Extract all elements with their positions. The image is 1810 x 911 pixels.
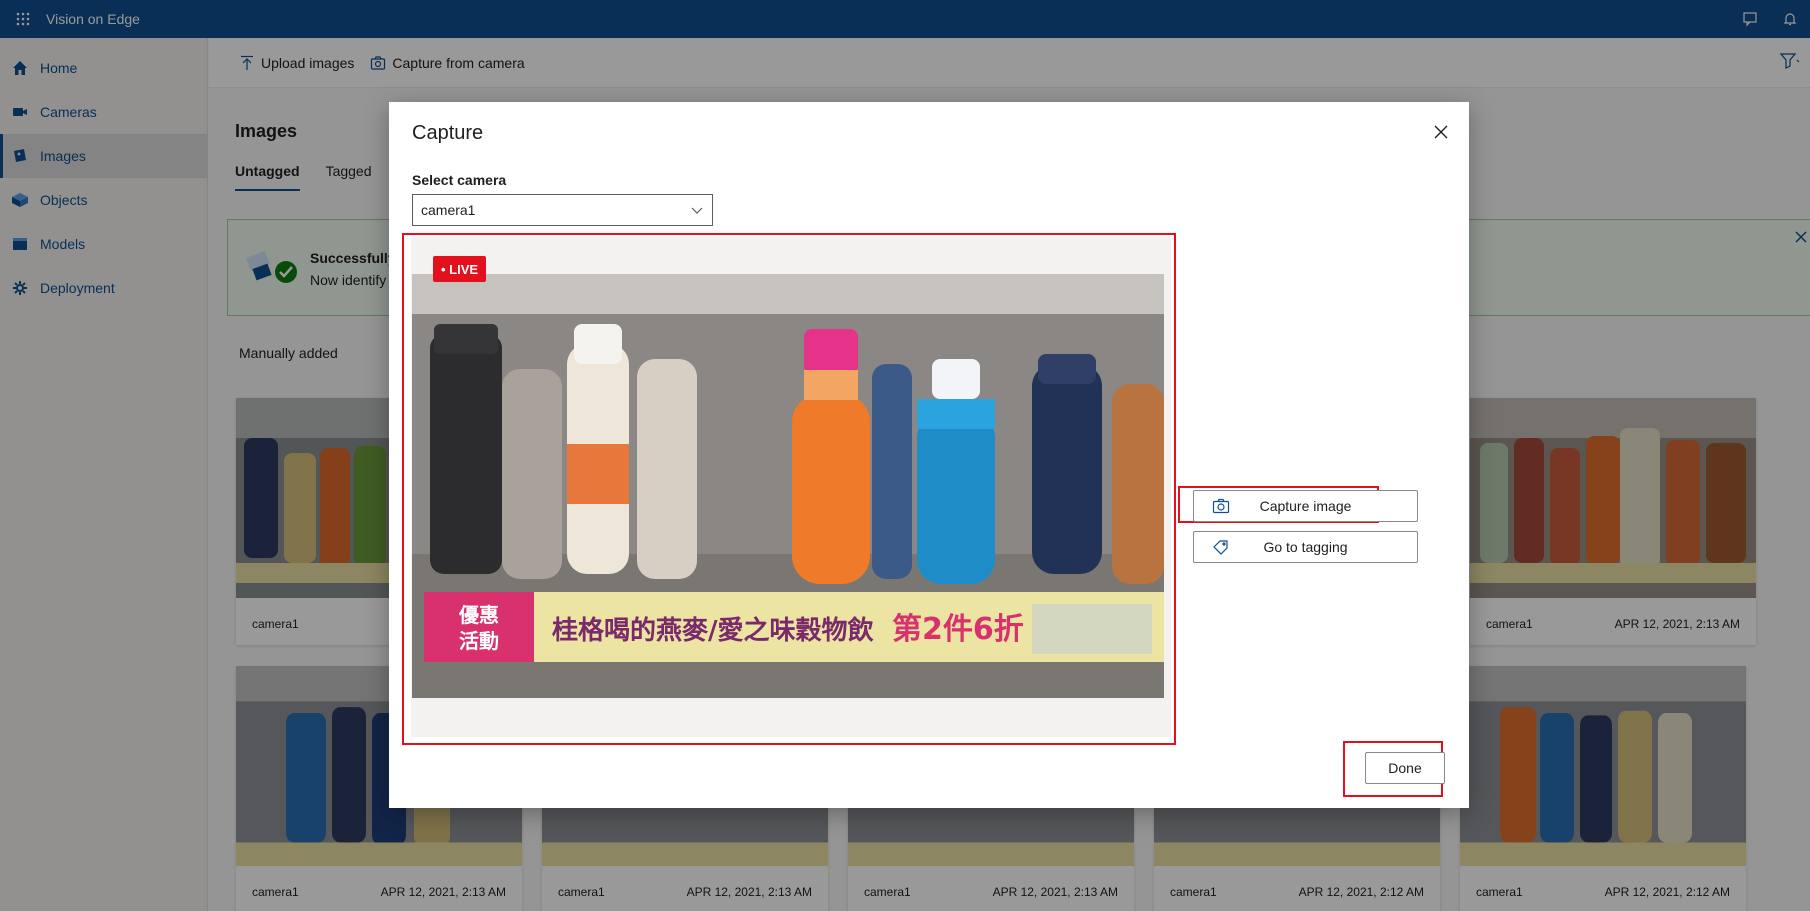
camera-select-value: camera1 xyxy=(421,202,476,218)
camera-select[interactable]: camera1 xyxy=(412,194,713,226)
live-camera-feed: 優惠 活動 桂格喝的燕麥/愛之味穀物飲 第2件6折 xyxy=(412,274,1164,698)
shelf-sign-left-2: 活動 xyxy=(459,629,499,653)
go-to-tagging-button[interactable]: Go to tagging xyxy=(1193,531,1418,563)
shelf-sign-main: 桂格喝的燕麥/愛之味穀物飲 xyxy=(552,615,874,646)
capture-dialog: Capture Select camera camera1 優惠 活動 桂格喝的… xyxy=(389,102,1469,808)
capture-image-button[interactable]: Capture image xyxy=(1193,490,1418,522)
close-icon[interactable] xyxy=(1427,118,1455,146)
done-button[interactable]: Done xyxy=(1365,752,1445,784)
select-camera-label: Select camera xyxy=(412,172,507,188)
camera-outline-icon xyxy=(1212,498,1230,514)
tag-icon xyxy=(1212,539,1230,555)
shelf-sign-promo: 第2件6折 xyxy=(892,612,1024,647)
done-label: Done xyxy=(1388,760,1422,776)
live-badge: • LIVE xyxy=(433,256,487,282)
shelf-sign-left: 優惠 xyxy=(458,603,499,627)
go-to-tagging-label: Go to tagging xyxy=(1263,539,1348,555)
dialog-title: Capture xyxy=(412,122,484,144)
chevron-down-icon xyxy=(690,203,704,220)
capture-image-label: Capture image xyxy=(1259,498,1352,514)
